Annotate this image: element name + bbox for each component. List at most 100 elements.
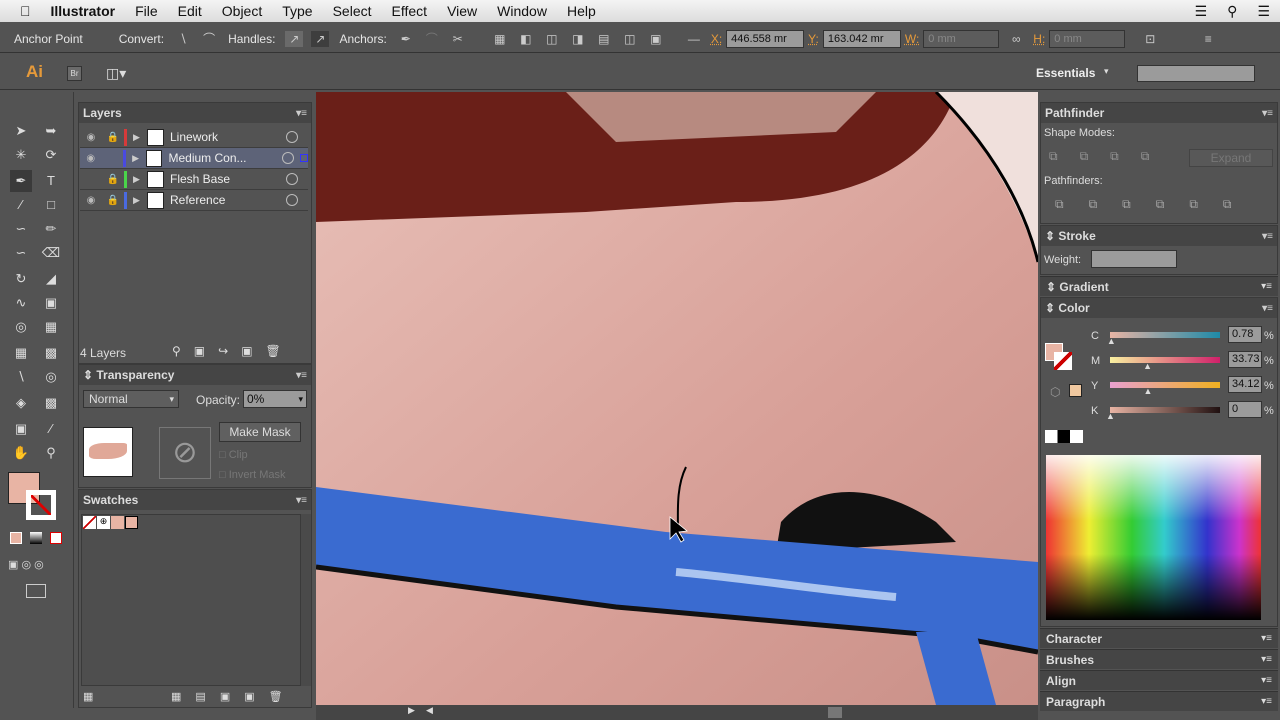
lock-icon[interactable]: 🔒 [102, 174, 124, 185]
expand-triangle-icon[interactable]: ▶ [133, 195, 147, 206]
target-circle-icon[interactable] [282, 152, 295, 164]
slider-thumb-icon[interactable]: ▲ [1143, 361, 1152, 371]
swatch-libraries-icon[interactable]: ▦ [83, 690, 93, 703]
slice-tool-icon[interactable]: ∕ [40, 418, 62, 440]
wifi-icon[interactable]: ☰ [1195, 3, 1208, 20]
visibility-eye-icon[interactable]: ◉ [80, 195, 102, 206]
scroll-right-icon[interactable]: ▶ [408, 705, 415, 716]
swatch-flesh-selected[interactable] [125, 516, 138, 529]
color-spectrum[interactable] [1046, 455, 1261, 620]
new-layer-icon[interactable]: ▣ [241, 344, 265, 358]
transparency-title[interactable]: ⇕ Transparency [83, 368, 174, 382]
crop-icon[interactable]: ⧉ [1156, 197, 1190, 211]
channel-value-field[interactable]: 33.73 [1228, 351, 1262, 368]
lock-icon[interactable]: 🔒 [102, 195, 124, 206]
layer-row[interactable]: 🔒 ▶ Flesh Base [80, 169, 308, 190]
channel-slider[interactable]: ▲ [1110, 357, 1220, 371]
panel-menu-icon[interactable]: ▾≡ [1261, 629, 1272, 648]
width-tool-icon[interactable]: ∿ [10, 292, 32, 314]
swatch-options-icon[interactable]: ▦ [171, 691, 195, 703]
swatch-none[interactable] [83, 516, 96, 529]
expand-triangle-icon[interactable]: ▶ [133, 174, 147, 185]
symbol-sprayer-icon[interactable]: ◈ [10, 392, 32, 414]
rotate-icon[interactable]: ↻ [10, 268, 32, 290]
menu-type[interactable]: Type [282, 3, 312, 19]
graph-tool-icon[interactable]: ▩ [40, 392, 62, 414]
gradient-panel-header[interactable]: ⇕ Gradient ▾≡ [1040, 276, 1278, 296]
stroke-title[interactable]: ⇕ Stroke [1045, 229, 1096, 243]
menu-select[interactable]: Select [333, 3, 372, 19]
selection-tool-icon[interactable]: ➤ [10, 120, 32, 142]
menu-edit[interactable]: Edit [178, 3, 202, 19]
w-field[interactable]: 0 mm [923, 29, 1000, 48]
expand-triangle-icon[interactable]: ▶ [132, 153, 146, 164]
chevron-down-icon[interactable]: ▾ [1104, 66, 1109, 77]
line-tool-icon[interactable]: ∕ [10, 194, 32, 216]
scroll-left-icon[interactable]: ◀ [426, 705, 433, 716]
transform-icon[interactable]: ▦ [491, 31, 509, 47]
panel-header-paragraph[interactable]: Paragraph ▾≡ [1040, 691, 1278, 711]
pen-tool-icon[interactable]: ✒ [10, 170, 32, 192]
stroke-weight-field[interactable] [1091, 250, 1177, 268]
swatches-title[interactable]: Swatches [83, 493, 138, 507]
menu-object[interactable]: Object [222, 3, 262, 19]
menu-view[interactable]: View [447, 3, 477, 19]
cut-path-icon[interactable]: ✂ [449, 31, 467, 47]
visibility-eye-icon[interactable]: ◉ [80, 132, 102, 143]
panel-menu-icon[interactable]: ▾≡ [1262, 303, 1273, 314]
perspective-grid-icon[interactable]: ▦ [40, 316, 62, 338]
swatch-flesh[interactable] [111, 516, 124, 529]
layer-name[interactable]: Reference [170, 193, 280, 207]
layer-name[interactable]: Medium Con... [168, 151, 276, 165]
divide-icon[interactable]: ⧉ [1055, 197, 1089, 211]
draw-mode-icon[interactable]: ▣ ◎ ◎ [8, 558, 44, 571]
paintbrush-icon[interactable]: ∽ [10, 218, 32, 240]
arrange-documents-icon[interactable]: ◫▾ [106, 65, 126, 82]
lasso-icon[interactable]: ⟳ [40, 144, 62, 166]
apple-icon[interactable]:  [20, 3, 31, 19]
slider-thumb-icon[interactable]: ▲ [1107, 336, 1116, 346]
gradient-tool-icon[interactable]: ▩ [40, 342, 62, 364]
scroll-thumb[interactable] [828, 707, 842, 718]
exclude-icon[interactable]: ⧉ [1141, 149, 1172, 163]
x-field[interactable]: 446.558 mr [726, 29, 805, 48]
gradient-mode-icon[interactable] [30, 532, 42, 544]
hand-tool-icon[interactable]: ✋ [10, 442, 32, 464]
y-field[interactable]: 163.042 mr [822, 29, 901, 48]
delete-layer-icon[interactable]: 🗑 [266, 344, 294, 358]
minus-front-icon[interactable]: ⧉ [1080, 149, 1111, 163]
swatch-list-icon[interactable]: ▤ [195, 691, 219, 703]
align-right-icon[interactable]: ◨ [569, 31, 587, 47]
workspace-switcher[interactable]: Essentials [1036, 66, 1095, 80]
convert-smooth-icon[interactable]: ⌒ [200, 31, 218, 47]
panel-menu-icon[interactable]: ▾≡ [1261, 671, 1272, 690]
slider-thumb-icon[interactable]: ▲ [1106, 411, 1115, 421]
blend-tool-icon[interactable]: ◎ [40, 366, 62, 388]
menu-help[interactable]: Help [567, 3, 596, 19]
none-mode-icon[interactable] [50, 532, 62, 544]
layer-row[interactable]: ◉ ▶ Medium Con... [80, 148, 308, 169]
blend-mode-select[interactable]: Normal ▾ [83, 390, 179, 408]
color-stroke-swatch[interactable] [1054, 352, 1072, 370]
artboard-tool-icon[interactable]: ▣ [10, 418, 32, 440]
stroke-swatch[interactable] [26, 490, 56, 520]
zoom-tool-icon[interactable]: ⚲ [40, 442, 62, 464]
menu-file[interactable]: File [135, 3, 158, 19]
selection-indicator[interactable] [300, 154, 308, 162]
connect-anchor-icon[interactable]: ⌒ [423, 31, 441, 47]
target-circle-icon[interactable] [286, 173, 298, 185]
shape-builder-icon[interactable]: ◎ [10, 316, 32, 338]
channel-slider[interactable]: ▲ [1110, 382, 1220, 396]
panel-menu-icon[interactable]: ▾≡ [296, 108, 307, 119]
menu-app[interactable]: Illustrator [51, 3, 116, 19]
eyedropper-icon[interactable]: ∖ [10, 366, 32, 388]
horizontal-scrollbar[interactable]: ▶ ◀ [316, 705, 1038, 720]
color-title[interactable]: ⇕ Color [1045, 301, 1090, 315]
slider-thumb-icon[interactable]: ▲ [1144, 386, 1153, 396]
menu-effect[interactable]: Effect [392, 3, 428, 19]
artboard-canvas[interactable] [316, 92, 1038, 705]
channel-value-field[interactable]: 0 [1228, 401, 1262, 418]
panel-menu-icon[interactable]: ▾≡ [296, 495, 307, 506]
clip-checkbox[interactable]: □ Clip [219, 449, 248, 461]
make-clipping-mask-icon[interactable]: ▣ [194, 344, 218, 358]
